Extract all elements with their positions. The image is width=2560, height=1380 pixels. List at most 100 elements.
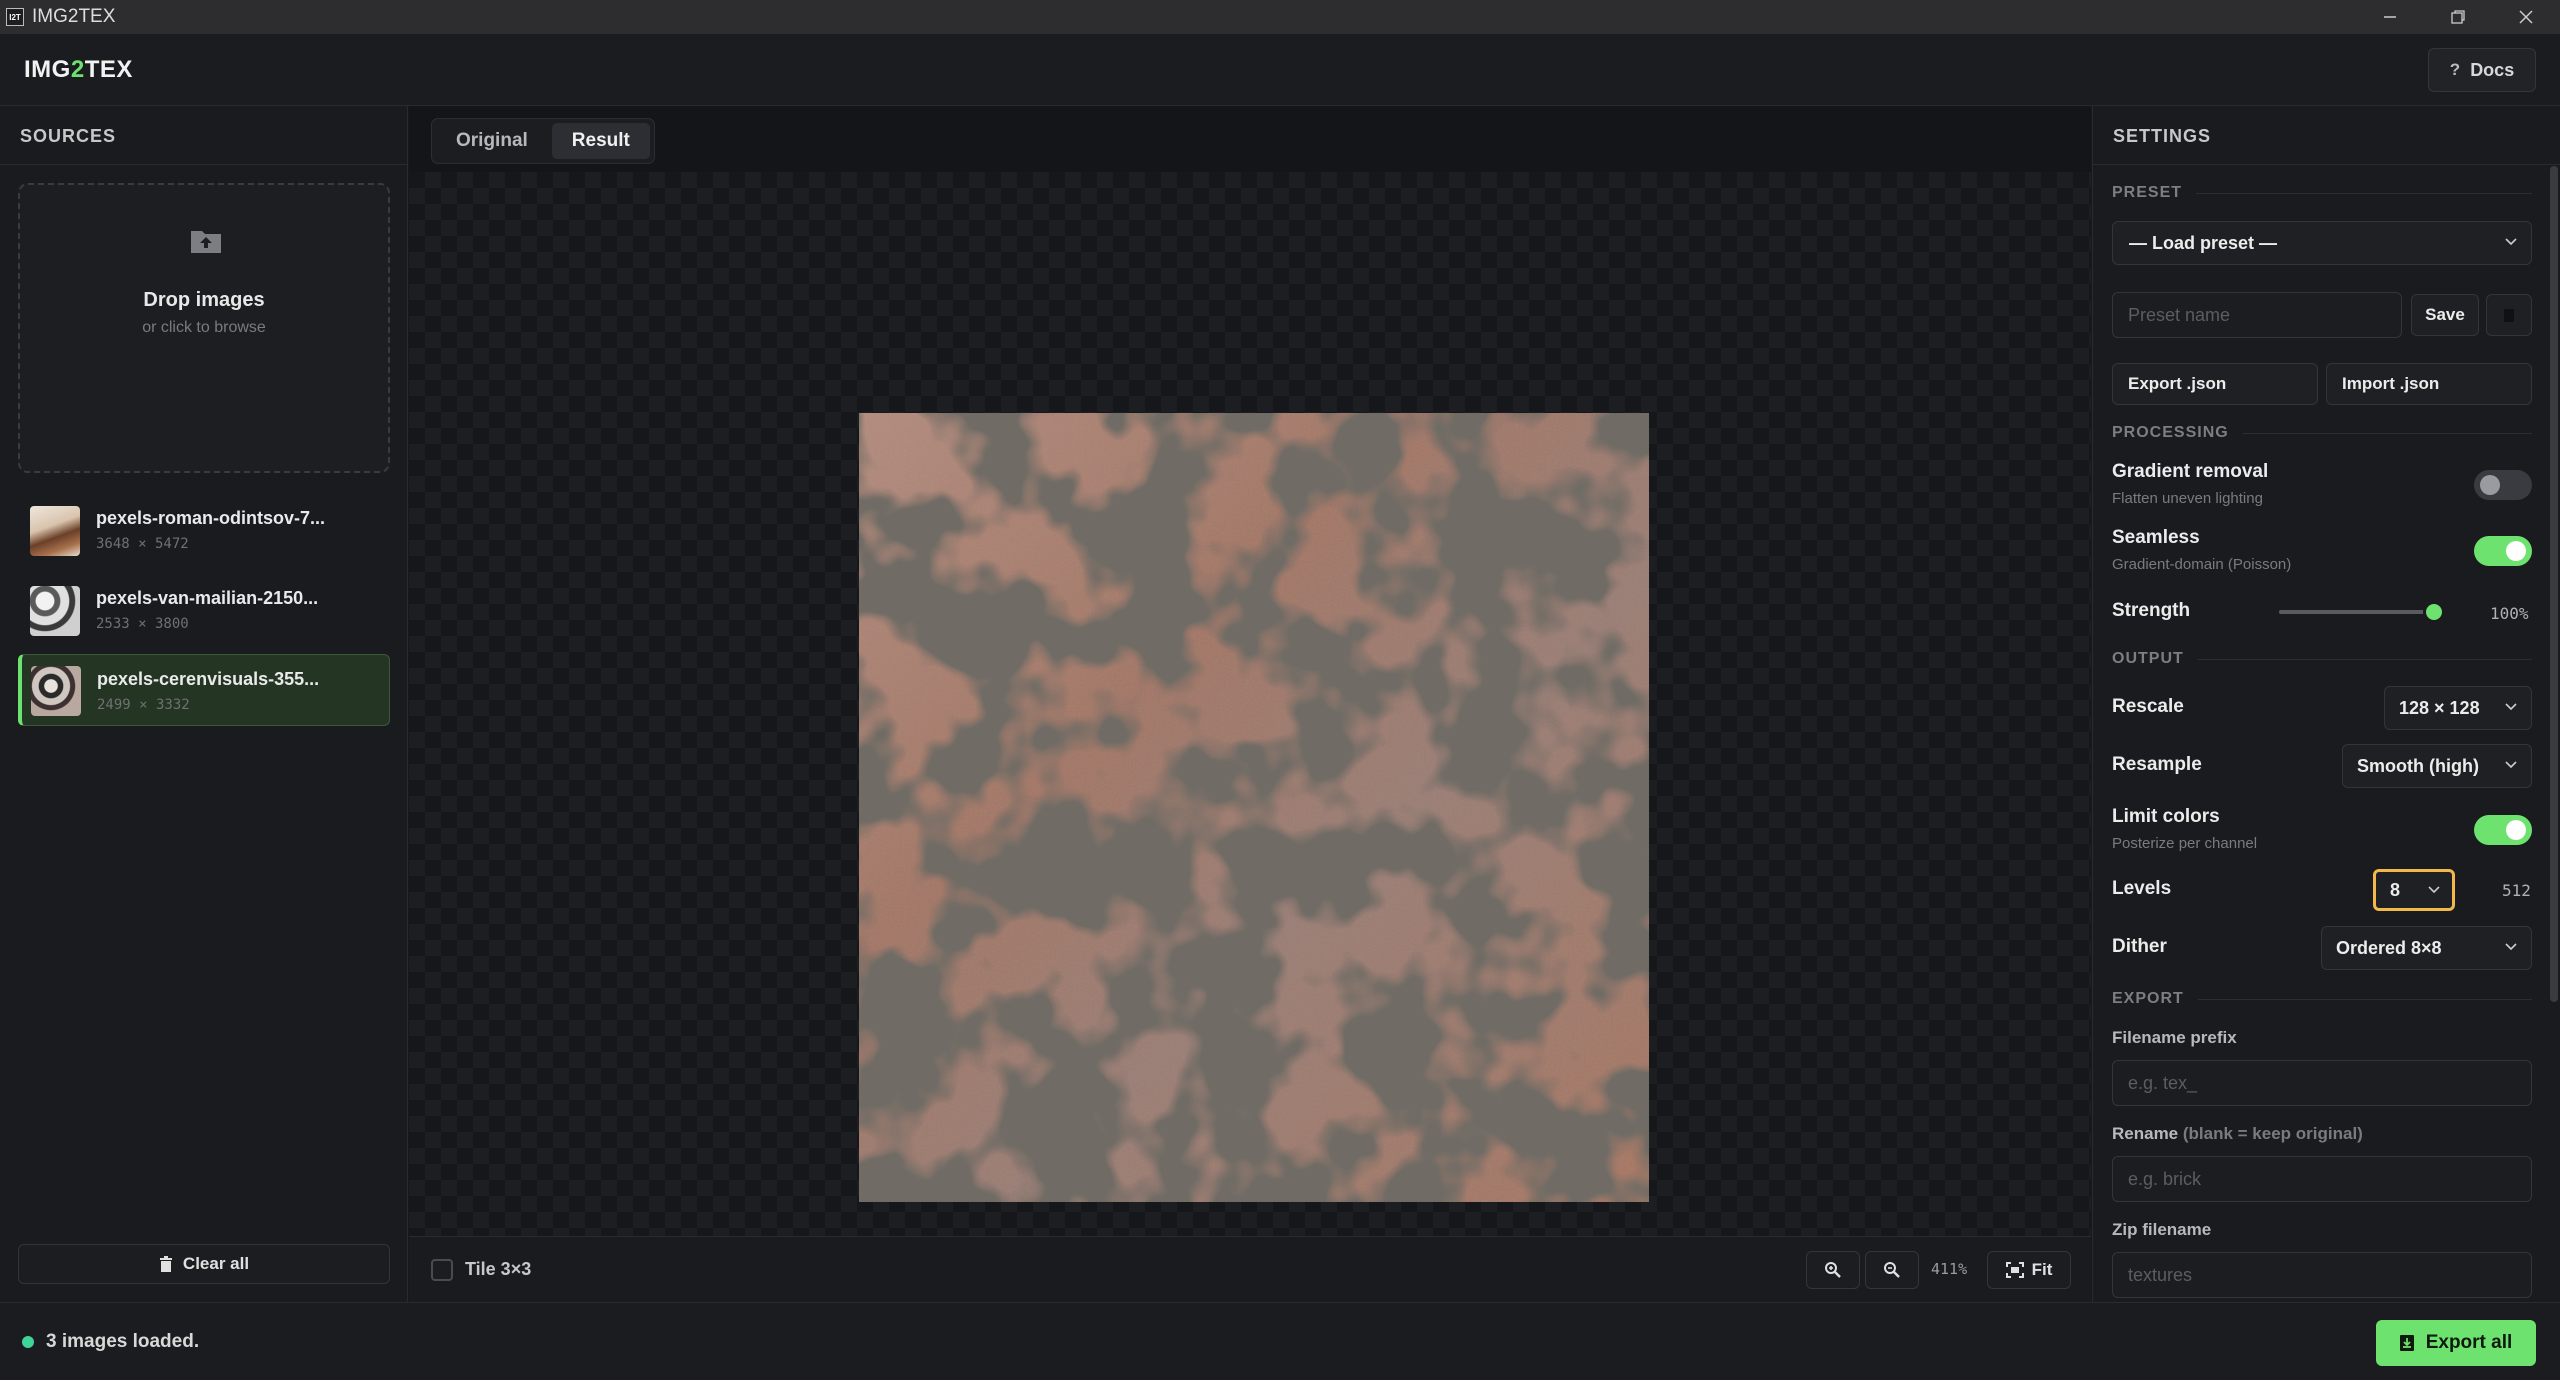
save-preset-label: Save: [2425, 305, 2465, 324]
filename-prefix-input[interactable]: e.g. tex_: [2112, 1060, 2532, 1106]
image-dropzone[interactable]: Drop images or click to browse: [18, 183, 390, 473]
help-icon: ?: [2449, 60, 2461, 79]
settings-scrollbar[interactable]: [2550, 166, 2558, 1002]
fit-label: Fit: [2031, 1260, 2053, 1279]
file-name: pexels-roman-odintsov-7...: [96, 508, 326, 528]
settings-panel: SETTINGS PRESET — Load preset — Preset n…: [2092, 106, 2560, 1302]
status-text: 3 images loaded.: [46, 1331, 200, 1352]
file-item-selected[interactable]: pexels-cerenvisuals-355... 2499 × 3332: [18, 654, 390, 726]
restore-icon: [2451, 10, 2465, 24]
fit-button[interactable]: Fit: [1987, 1251, 2071, 1289]
zoom-out-icon: [1884, 1262, 1900, 1278]
trash-icon: [2504, 309, 2514, 322]
file-list: pexels-roman-odintsov-7... 3648 × 5472 p…: [18, 494, 390, 734]
zoom-level: 411%: [1931, 1260, 1968, 1278]
strength-slider[interactable]: [2279, 600, 2445, 624]
limit-colors-toggle[interactable]: [2474, 815, 2532, 845]
slider-fill: [2279, 610, 2434, 614]
viewer-toolbar: Tile 3×3 411% Fit: [409, 1236, 2091, 1302]
fit-screen-icon: [2005, 1262, 2024, 1278]
rename-label: Rename (blank = keep original): [2112, 1124, 2363, 1143]
output-group-title: OUTPUT: [2112, 650, 2532, 668]
dropzone-subtitle: or click to browse: [142, 319, 266, 336]
sources-panel: SOURCES Drop images or click to browse p…: [0, 106, 408, 1302]
seamless-description: Gradient-domain (Poisson): [2112, 556, 2292, 573]
dither-select[interactable]: Ordered 8×8: [2321, 926, 2532, 970]
preset-name-placeholder: Preset name: [2128, 304, 2231, 325]
zoom-out-button[interactable]: [1865, 1251, 1919, 1289]
rename-placeholder: e.g. brick: [2128, 1168, 2202, 1189]
export-json-button[interactable]: Export .json: [2112, 363, 2318, 405]
window-titlebar: I2T IMG2TEX: [0, 0, 2560, 34]
app-icon: I2T: [6, 8, 24, 26]
rescale-select[interactable]: 128 × 128: [2384, 686, 2532, 730]
dither-label: Dither: [2112, 936, 2167, 957]
toggle-knob: [2506, 541, 2526, 561]
file-item[interactable]: pexels-roman-odintsov-7... 3648 × 5472: [18, 494, 390, 566]
import-json-button[interactable]: Import .json: [2326, 363, 2532, 405]
import-json-label: Import .json: [2342, 374, 2440, 393]
slider-thumb[interactable]: [2423, 601, 2445, 623]
window-controls: [2356, 0, 2560, 34]
strength-value: 100%: [2490, 604, 2529, 623]
zoom-in-icon: [1825, 1262, 1841, 1278]
preview-canvas[interactable]: [409, 172, 2091, 1236]
texture-preview: [859, 413, 1649, 1202]
file-thumbnail: [31, 666, 81, 716]
chevron-down-icon: [2428, 886, 2440, 894]
chevron-down-icon: [2505, 238, 2517, 246]
gradient-removal-toggle[interactable]: [2474, 470, 2532, 500]
sources-title: SOURCES: [20, 126, 117, 146]
resample-select[interactable]: Smooth (high): [2342, 744, 2532, 788]
levels-select[interactable]: 8: [2373, 869, 2455, 911]
filename-prefix-label: Filename prefix: [2112, 1028, 2237, 1047]
levels-color-count: 512: [2502, 881, 2531, 900]
zip-filename-placeholder: textures: [2128, 1264, 2193, 1285]
minimize-button[interactable]: [2356, 0, 2424, 34]
seamless-toggle[interactable]: [2474, 536, 2532, 566]
limit-colors-label: Limit colors: [2112, 806, 2220, 827]
rescale-label: Rescale: [2112, 696, 2184, 717]
preset-group-title: PRESET: [2112, 184, 2532, 202]
minimize-icon: [2384, 16, 2396, 18]
docs-button[interactable]: ? Docs: [2428, 48, 2536, 92]
file-dimensions: 3648 × 5472: [96, 536, 189, 552]
file-thumbnail: [30, 506, 80, 556]
load-preset-value: — Load preset —: [2129, 232, 2278, 253]
rename-hint: (blank = keep original): [2182, 1124, 2363, 1143]
toggle-knob: [2506, 820, 2526, 840]
export-all-button[interactable]: Export all: [2376, 1320, 2536, 1366]
restore-button[interactable]: [2424, 0, 2492, 34]
divider: [0, 164, 408, 165]
limit-colors-description: Posterize per channel: [2112, 835, 2258, 852]
clear-all-label: Clear all: [182, 1254, 250, 1273]
chevron-down-icon: [2505, 761, 2517, 769]
tile-label: Tile 3×3: [465, 1259, 532, 1279]
delete-preset-button[interactable]: [2486, 294, 2532, 336]
file-item[interactable]: pexels-van-mailian-2150... 2533 × 3800: [18, 574, 390, 646]
app-header: IMG2TEX ? Docs: [0, 34, 2560, 106]
status-indicator: [22, 1336, 34, 1348]
tab-result[interactable]: Result: [551, 123, 650, 159]
resample-value: Smooth (high): [2357, 755, 2479, 776]
preset-name-input[interactable]: Preset name: [2112, 292, 2402, 338]
gradient-removal-label: Gradient removal: [2112, 461, 2269, 482]
export-json-label: Export .json: [2128, 374, 2227, 393]
zoom-in-button[interactable]: [1806, 1251, 1860, 1289]
processing-group-title: PROCESSING: [2112, 424, 2532, 442]
tile-checkbox[interactable]: [431, 1259, 453, 1281]
tab-original[interactable]: Original: [436, 123, 548, 159]
close-button[interactable]: [2492, 0, 2560, 34]
settings-title: SETTINGS: [2113, 126, 2212, 146]
upload-folder-icon: [191, 231, 221, 253]
dropzone-title: Drop images: [143, 289, 265, 311]
clear-all-button[interactable]: Clear all: [18, 1244, 390, 1284]
dither-value: Ordered 8×8: [2336, 937, 2442, 958]
seamless-label: Seamless: [2112, 527, 2200, 548]
zip-filename-input[interactable]: textures: [2112, 1252, 2532, 1298]
rename-input[interactable]: e.g. brick: [2112, 1156, 2532, 1202]
save-preset-button[interactable]: Save: [2411, 294, 2479, 336]
close-icon: [2519, 10, 2533, 24]
file-dimensions: 2499 × 3332: [97, 697, 190, 713]
load-preset-select[interactable]: — Load preset —: [2112, 221, 2532, 265]
